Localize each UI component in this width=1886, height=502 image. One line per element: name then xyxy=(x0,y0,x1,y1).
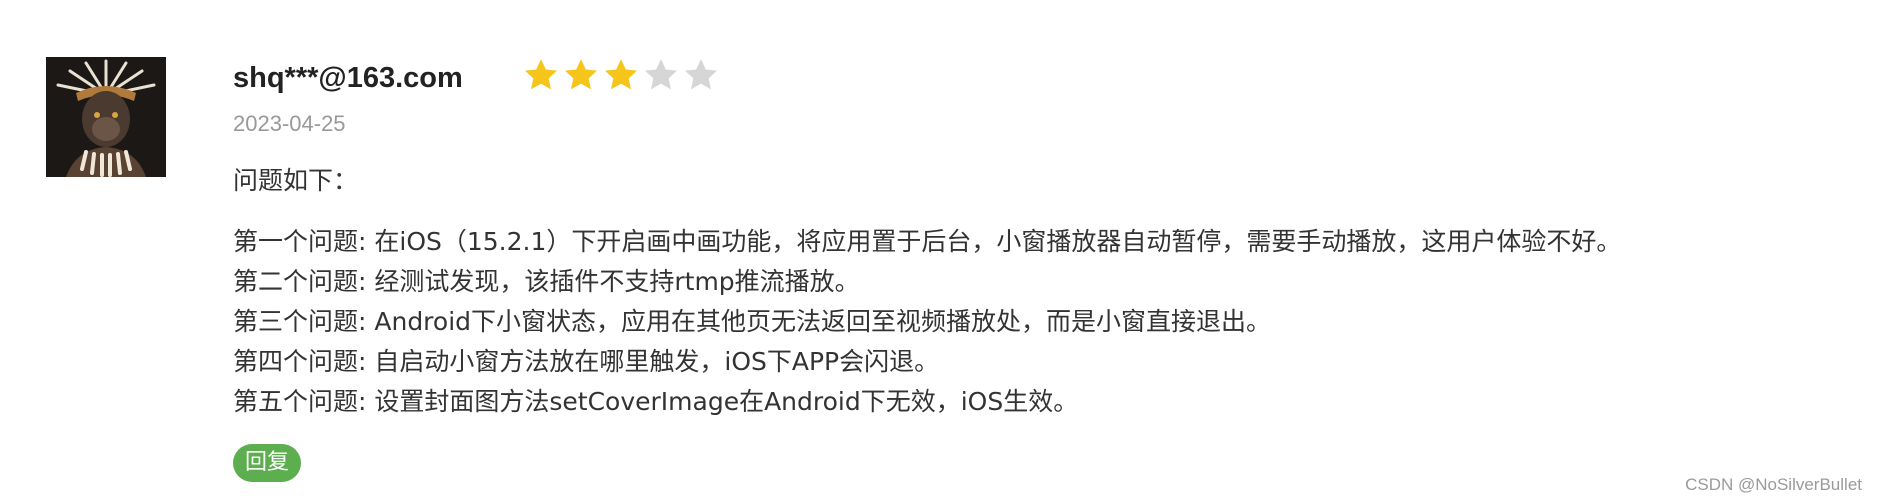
star-rating xyxy=(521,55,721,95)
review-username: shq***@163.com xyxy=(233,62,463,94)
star-empty-icon xyxy=(645,59,677,90)
review-issue: 第四个问题: 自启动小窗方法放在哪里触发，iOS下APP会闪退。 xyxy=(233,347,940,376)
review-intro: 问题如下： xyxy=(233,166,359,195)
review-issue: 第五个问题: 设置封面图方法setCoverImage在Android下无效，i… xyxy=(233,387,1079,416)
review-date: 2023-04-25 xyxy=(233,111,346,136)
star-filled-icon xyxy=(525,59,557,90)
reply-button[interactable]: 回复 xyxy=(233,444,301,482)
review-issue: 第二个问题: 经测试发现，该插件不支持rtmp推流播放。 xyxy=(233,267,860,296)
review-issue-list: 第一个问题: 在iOS（15.2.1）下开启画中画功能，将应用置于后台，小窗播放… xyxy=(233,222,1621,422)
star-filled-icon xyxy=(565,59,597,90)
review-issue: 第一个问题: 在iOS（15.2.1）下开启画中画功能，将应用置于后台，小窗播放… xyxy=(233,227,1622,256)
watermark: CSDN @NoSilverBullet xyxy=(1685,475,1862,494)
star-empty-icon xyxy=(685,59,717,90)
star-filled-icon xyxy=(605,59,637,90)
review-issue: 第三个问题: Android下小窗状态，应用在其他页无法返回至视频播放处，而是小… xyxy=(233,307,1272,336)
avatar xyxy=(46,57,166,177)
